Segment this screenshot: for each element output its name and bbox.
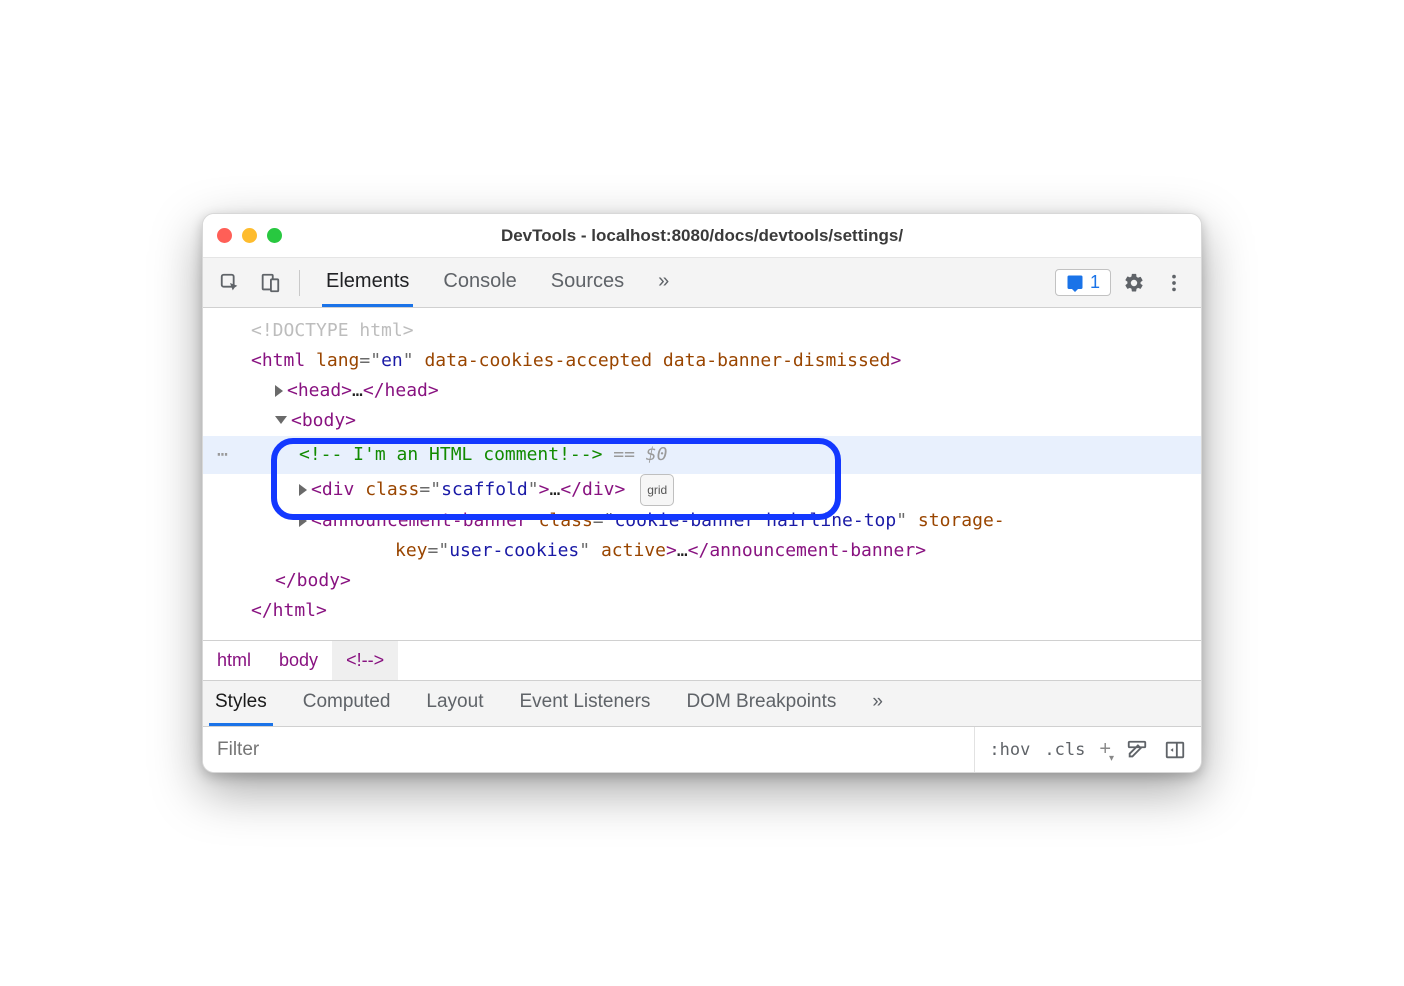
crumb-body[interactable]: body (265, 641, 332, 680)
tab-more[interactable]: » (654, 258, 673, 307)
stab-dombreakpoints[interactable]: DOM Breakpoints (680, 681, 842, 726)
titlebar: DevTools - localhost:8080/docs/devtools/… (203, 214, 1201, 258)
hov-toggle[interactable]: :hov (989, 740, 1030, 760)
traffic-lights (217, 228, 282, 243)
issues-badge[interactable]: 1 (1055, 269, 1111, 296)
head-node[interactable]: <head>…</head> (203, 376, 1201, 406)
stab-styles[interactable]: Styles (209, 681, 273, 726)
dom-breadcrumbs: html body <!--> (203, 640, 1201, 680)
stab-more[interactable]: » (866, 681, 889, 726)
tab-console[interactable]: Console (439, 258, 520, 307)
settings-gear-icon[interactable] (1117, 266, 1151, 300)
body-node[interactable]: <body> (203, 406, 1201, 436)
div-scaffold-node[interactable]: <div class="scaffold">…</div> grid (203, 474, 1201, 506)
grid-badge[interactable]: grid (640, 474, 674, 506)
stab-layout[interactable]: Layout (420, 681, 489, 726)
html-close-node[interactable]: </html> (203, 596, 1201, 626)
cls-toggle[interactable]: .cls (1044, 740, 1085, 760)
crumb-html[interactable]: html (203, 641, 265, 680)
maximize-window-icon[interactable] (267, 228, 282, 243)
issues-count: 1 (1090, 272, 1100, 293)
toolbar-divider (299, 270, 300, 296)
elements-tree[interactable]: <!DOCTYPE html> <html lang="en" data-coo… (203, 308, 1201, 640)
chevron-right-icon[interactable] (299, 515, 307, 527)
styles-tabstrip: Styles Computed Layout Event Listeners D… (203, 680, 1201, 726)
devtools-window: DevTools - localhost:8080/docs/devtools/… (202, 213, 1202, 773)
chevron-right-icon[interactable] (299, 484, 307, 496)
styles-filter-row: :hov .cls +▾ (203, 726, 1201, 772)
paintbrush-icon[interactable] (1125, 738, 1149, 762)
styles-filter-input[interactable] (203, 727, 974, 772)
main-toolbar: Elements Console Sources » 1 (203, 258, 1201, 308)
toggle-sidebar-icon[interactable] (1163, 738, 1187, 762)
close-window-icon[interactable] (217, 228, 232, 243)
stab-computed[interactable]: Computed (297, 681, 397, 726)
doctype-node[interactable]: <!DOCTYPE html> (203, 316, 1201, 346)
chevron-right-icon[interactable] (275, 385, 283, 397)
tab-elements[interactable]: Elements (322, 258, 413, 307)
tab-sources[interactable]: Sources (547, 258, 628, 307)
body-close-node[interactable]: </body> (203, 566, 1201, 596)
crumb-comment[interactable]: <!--> (332, 641, 398, 680)
new-style-rule-icon[interactable]: +▾ (1099, 738, 1111, 761)
inspect-element-icon[interactable] (213, 266, 247, 300)
device-toolbar-icon[interactable] (253, 266, 287, 300)
html-node[interactable]: <html lang="en" data-cookies-accepted da… (203, 346, 1201, 376)
ellipsis-icon[interactable]: ⋯ (217, 440, 230, 470)
chevron-down-icon[interactable] (275, 416, 287, 424)
window-title: DevTools - localhost:8080/docs/devtools/… (203, 226, 1201, 246)
styles-filter-tools: :hov .cls +▾ (974, 727, 1201, 772)
announcement-banner-node[interactable]: <announcement-banner class="cookie-banne… (203, 506, 1201, 566)
minimize-window-icon[interactable] (242, 228, 257, 243)
stab-eventlisteners[interactable]: Event Listeners (513, 681, 656, 726)
kebab-menu-icon[interactable] (1157, 266, 1191, 300)
panel-tabs: Elements Console Sources » (322, 258, 673, 307)
selected-comment-node[interactable]: ⋯ <!-- I'm an HTML comment!--> == $0 (203, 436, 1201, 474)
